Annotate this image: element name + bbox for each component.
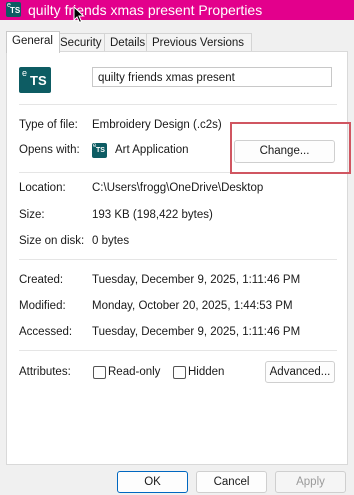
advanced-button[interactable]: Advanced... [265, 361, 335, 383]
annotation-highlight-box [230, 122, 351, 174]
tab-previous-versions[interactable]: Previous Versions [146, 33, 252, 52]
file-name-field[interactable]: quilty friends xmas present [92, 67, 332, 87]
title-bar: e TS quilty friends xmas present Propert… [0, 0, 354, 20]
ts-app-icon: e TS [6, 2, 21, 17]
accessed-value: Tuesday, December 9, 2025, 1:11:46 PM [92, 326, 301, 338]
divider [19, 104, 337, 105]
opens-with-value: Art Application [115, 144, 189, 156]
tab-general[interactable]: General [6, 31, 60, 53]
accessed-label: Accessed: [19, 326, 73, 338]
apply-button[interactable]: Apply [275, 471, 346, 493]
window-title: quilty friends xmas present Properties [28, 2, 263, 18]
size-on-disk-value: 0 bytes [92, 235, 130, 247]
opens-with-label: Opens with: [19, 144, 80, 156]
file-type-icon: e TS [19, 67, 51, 93]
divider [19, 259, 337, 260]
divider [19, 350, 337, 351]
read-only-label[interactable]: Read-only [108, 366, 160, 378]
modified-value: Monday, October 20, 2025, 1:44:53 PM [92, 300, 293, 312]
created-value: Tuesday, December 9, 2025, 1:11:46 PM [92, 274, 301, 286]
cancel-button[interactable]: Cancel [196, 471, 267, 493]
ok-button[interactable]: OK [117, 471, 188, 493]
hidden-checkbox[interactable] [173, 366, 186, 379]
attributes-label: Attributes: [19, 366, 71, 378]
tab-strip: General Security Details Previous Versio… [6, 31, 346, 53]
type-of-file-value: Embroidery Design (.c2s) [92, 119, 222, 131]
modified-label: Modified: [19, 300, 66, 312]
type-of-file-label: Type of file: [19, 119, 78, 131]
tab-details[interactable]: Details [104, 33, 152, 52]
read-only-checkbox[interactable] [93, 366, 106, 379]
general-panel: e TS quilty friends xmas present Type of… [6, 51, 348, 465]
location-value: C:\Users\frogg\OneDrive\Desktop [92, 182, 264, 194]
art-application-icon: e TS [92, 143, 107, 158]
created-label: Created: [19, 274, 64, 286]
tab-security[interactable]: Security [54, 33, 110, 52]
size-on-disk-label: Size on disk: [19, 235, 85, 247]
size-value: 193 KB (198,422 bytes) [92, 209, 213, 221]
hidden-label[interactable]: Hidden [188, 366, 224, 378]
location-label: Location: [19, 182, 66, 194]
mouse-cursor-icon [73, 6, 85, 24]
size-label: Size: [19, 209, 45, 221]
